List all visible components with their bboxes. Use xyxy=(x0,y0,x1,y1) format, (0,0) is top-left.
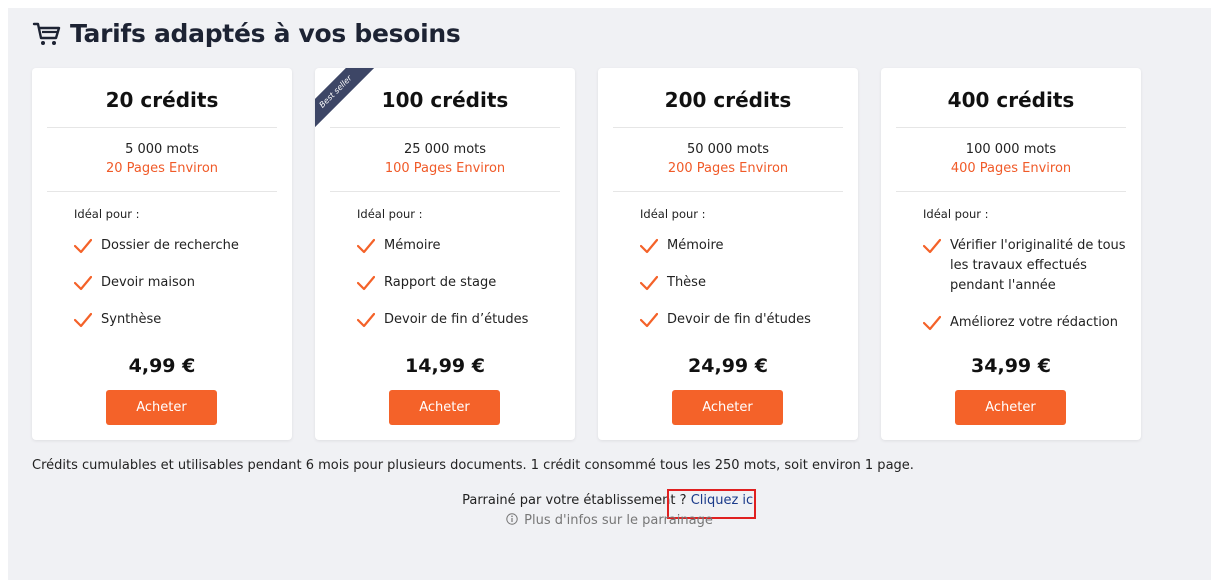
feature-item: Améliorez votre rédaction xyxy=(923,313,1129,333)
feature-item: Dossier de recherche xyxy=(74,236,280,256)
card-price: 34,99 € xyxy=(971,355,1051,377)
buy-button-20[interactable]: Acheter xyxy=(106,390,217,425)
ideal-label: Idéal pour : xyxy=(74,207,140,221)
referral-info-text: Plus d'infos sur le parrainage xyxy=(524,513,713,528)
check-icon xyxy=(640,275,658,291)
referral-line: Parrainé par votre établissement ? Cliqu… xyxy=(0,493,1219,508)
check-icon xyxy=(923,315,941,331)
check-icon xyxy=(640,238,658,254)
feature-list: Vérifier l'originalité de tous les trava… xyxy=(923,236,1129,350)
card-title: 200 crédits xyxy=(664,88,792,112)
divider xyxy=(330,127,560,128)
pricing-card-400: 400 crédits 100 000 mots 400 Pages Envir… xyxy=(881,68,1141,440)
check-icon xyxy=(74,312,92,328)
feature-item: Devoir maison xyxy=(74,273,280,293)
feature-item: Rapport de stage xyxy=(357,273,563,293)
card-pages: 200 Pages Environ xyxy=(667,161,789,176)
card-pages: 400 Pages Environ xyxy=(950,161,1072,176)
feature-text: Devoir maison xyxy=(101,275,195,290)
feature-item: Mémoire xyxy=(640,236,846,256)
info-icon xyxy=(506,513,518,525)
card-words: 100 000 mots xyxy=(965,142,1057,157)
feature-list: Mémoire Rapport de stage Devoir de fin d… xyxy=(357,236,563,347)
divider xyxy=(896,191,1126,192)
ideal-label: Idéal pour : xyxy=(640,207,706,221)
card-price: 4,99 € xyxy=(128,355,196,377)
card-words: 25 000 mots xyxy=(403,142,487,157)
pricing-cards: 20 crédits 5 000 mots 20 Pages Environ I… xyxy=(32,68,1141,440)
card-title: 100 crédits xyxy=(381,88,509,112)
feature-item: Devoir de fin d'études xyxy=(640,310,846,330)
check-icon xyxy=(357,238,375,254)
card-words: 50 000 mots xyxy=(686,142,770,157)
credits-footnote: Crédits cumulables et utilisables pendan… xyxy=(32,458,914,473)
feature-item: Mémoire xyxy=(357,236,563,256)
divider xyxy=(47,191,277,192)
card-price: 14,99 € xyxy=(405,355,485,377)
feature-list: Mémoire Thèse Devoir de fin d'études xyxy=(640,236,846,347)
buy-button-100[interactable]: Acheter xyxy=(389,390,500,425)
feature-item: Devoir de fin d’études xyxy=(357,310,563,330)
feature-item: Thèse xyxy=(640,273,846,293)
divider xyxy=(613,127,843,128)
feature-text: Vérifier l'originalité de tous les trava… xyxy=(950,238,1126,293)
feature-text: Améliorez votre rédaction xyxy=(950,315,1119,330)
referral-question: Parrainé par votre établissement ? xyxy=(462,493,691,508)
card-words: 5 000 mots xyxy=(125,142,199,157)
feature-item: Synthèse xyxy=(74,310,280,330)
feature-text: Mémoire xyxy=(384,238,441,253)
buy-button-200[interactable]: Acheter xyxy=(672,390,783,425)
card-title: 20 crédits xyxy=(105,88,219,112)
card-title: 400 crédits xyxy=(947,88,1075,112)
card-price: 24,99 € xyxy=(688,355,768,377)
divider xyxy=(47,127,277,128)
feature-item: Vérifier l'originalité de tous les trava… xyxy=(923,236,1129,296)
card-pages: 100 Pages Environ xyxy=(384,161,506,176)
feature-text: Thèse xyxy=(667,275,706,290)
feature-text: Dossier de recherche xyxy=(101,238,239,253)
divider xyxy=(613,191,843,192)
feature-text: Synthèse xyxy=(101,312,162,327)
divider xyxy=(330,191,560,192)
page-header: Tarifs adaptés à vos besoins xyxy=(32,18,461,48)
feature-text: Devoir de fin d’études xyxy=(384,312,529,327)
check-icon xyxy=(74,275,92,291)
buy-button-400[interactable]: Acheter xyxy=(955,390,1066,425)
referral-info-link[interactable]: Plus d'infos sur le parrainage xyxy=(0,513,1219,528)
pricing-card-200: 200 crédits 50 000 mots 200 Pages Enviro… xyxy=(598,68,858,440)
pricing-card-100: Best seller 100 crédits 25 000 mots 100 … xyxy=(315,68,575,440)
pricing-card-20: 20 crédits 5 000 mots 20 Pages Environ I… xyxy=(32,68,292,440)
card-pages: 20 Pages Environ xyxy=(105,161,219,176)
ideal-label: Idéal pour : xyxy=(357,207,423,221)
feature-list: Dossier de recherche Devoir maison Synth… xyxy=(74,236,280,347)
feature-text: Mémoire xyxy=(667,238,724,253)
check-icon xyxy=(357,275,375,291)
check-icon xyxy=(74,238,92,254)
check-icon xyxy=(923,238,941,254)
divider xyxy=(896,127,1126,128)
referral-link[interactable]: Cliquez ici xyxy=(691,493,757,508)
check-icon xyxy=(640,312,658,328)
feature-text: Devoir de fin d'études xyxy=(667,312,811,327)
page-title: Tarifs adaptés à vos besoins xyxy=(70,18,461,48)
feature-text: Rapport de stage xyxy=(384,275,497,290)
cart-icon xyxy=(32,22,61,45)
ideal-label: Idéal pour : xyxy=(923,207,989,221)
check-icon xyxy=(357,312,375,328)
